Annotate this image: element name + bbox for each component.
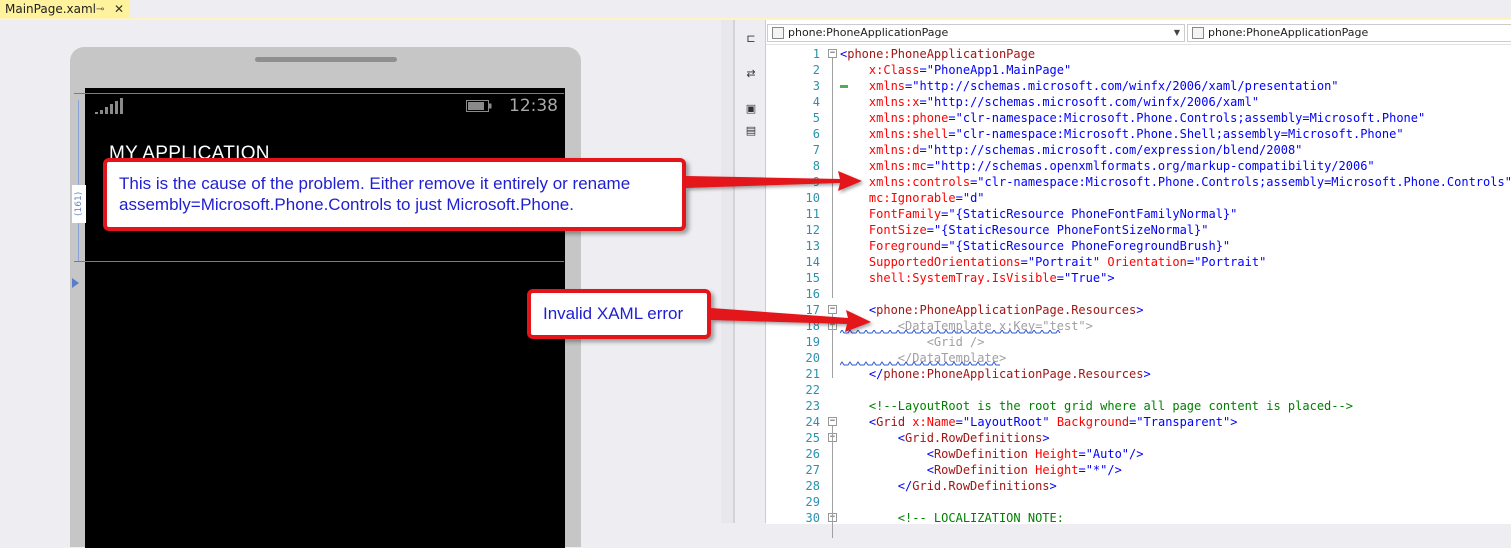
arrow-to-line-18	[711, 308, 871, 332]
arrow-to-line-9	[686, 171, 862, 191]
annotation-arrows	[686, 171, 871, 332]
